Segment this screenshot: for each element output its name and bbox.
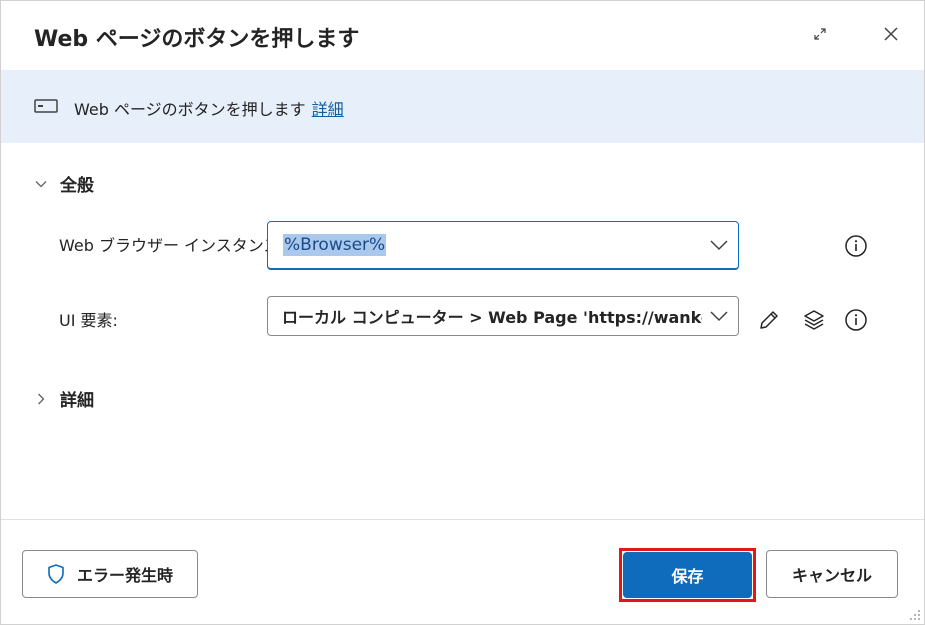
resize-grip-icon[interactable] (909, 609, 921, 621)
ui-element-label: UI 要素: (59, 311, 118, 330)
ui-element-value: ローカル コンピューター > Web Page 'https://wankoch… (282, 308, 702, 327)
expand-icon (814, 28, 826, 40)
info-banner: Web ページのボタンを押します 詳細 (1, 70, 924, 143)
footer-divider (1, 519, 924, 520)
ui-element-info-button[interactable] (843, 307, 869, 333)
pencil-icon (760, 311, 778, 329)
cancel-button[interactable]: キャンセル (766, 550, 898, 598)
browser-instance-value: %Browser% (283, 234, 387, 256)
banner-description: Web ページのボタンを押します 詳細 (74, 96, 344, 120)
layers-button[interactable] (801, 307, 827, 333)
close-button[interactable] (880, 23, 902, 45)
details-link[interactable]: 詳細 (312, 100, 344, 119)
browser-instance-label: Web ブラウザー インスタンス: (59, 236, 285, 255)
section-advanced-label: 詳細 (60, 391, 94, 411)
browser-instance-select[interactable]: %Browser% (267, 221, 739, 270)
info-icon (845, 309, 867, 331)
info-icon (845, 235, 867, 257)
chevron-down-icon (710, 308, 728, 324)
layers-icon (804, 310, 824, 330)
ui-element-select[interactable]: ローカル コンピューター > Web Page 'https://wankoch… (267, 296, 739, 336)
browser-info-button[interactable] (843, 233, 869, 259)
dialog: Web ページのボタンを押します Web ページのボタンを押します 詳細 全般 W… (0, 0, 925, 625)
section-advanced[interactable]: 詳細 (34, 386, 94, 411)
chevron-down-icon (710, 240, 728, 251)
expand-button[interactable] (809, 23, 831, 45)
banner-text: Web ページのボタンを押します (74, 100, 306, 119)
close-icon (884, 27, 898, 41)
edit-ui-element-button[interactable] (756, 307, 782, 333)
section-general-label: 全般 (60, 176, 94, 196)
on-error-button[interactable]: エラー発生時 (22, 550, 198, 598)
dialog-title: Web ページのボタンを押します (34, 27, 360, 52)
save-button-highlight (619, 548, 756, 602)
shield-icon (48, 564, 64, 584)
section-general[interactable]: 全般 (34, 171, 94, 196)
on-error-label: エラー発生時 (76, 566, 173, 585)
chevron-right-icon (38, 393, 45, 404)
action-icon (34, 99, 58, 113)
chevron-down-icon (35, 180, 47, 187)
